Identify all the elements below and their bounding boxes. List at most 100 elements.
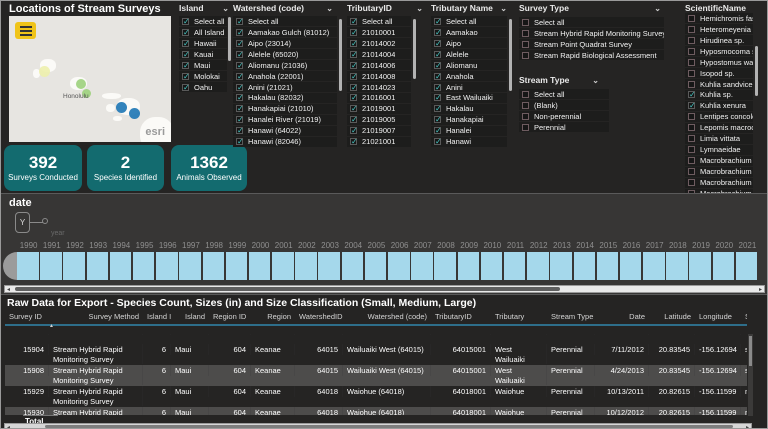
- scroll-left-icon[interactable]: ◂: [7, 286, 10, 293]
- timeline-year-block[interactable]: [411, 252, 433, 280]
- timeline-year-block[interactable]: [388, 252, 410, 280]
- timeline-year-block[interactable]: [17, 252, 39, 280]
- timeline-year-block[interactable]: [249, 252, 271, 280]
- slicer-item[interactable]: Hanalei River (21019): [233, 115, 337, 125]
- table-vertical-scrollbar[interactable]: [748, 334, 753, 416]
- slicer-item[interactable]: Hirudinea sp.: [685, 35, 753, 45]
- slicer-item[interactable]: 21019007: [347, 126, 411, 136]
- tributary-name-scrollbar[interactable]: [509, 19, 512, 91]
- timeline-year-block[interactable]: [736, 252, 758, 280]
- timeline-year-block[interactable]: [597, 252, 619, 280]
- slicer-item[interactable]: 21014008: [347, 71, 411, 81]
- chevron-down-icon[interactable]: ⌄: [326, 4, 333, 13]
- slicer-item[interactable]: 21014002: [347, 38, 411, 48]
- table-column-header[interactable]: Region: [251, 312, 295, 321]
- slicer-item[interactable]: Molokai: [179, 71, 227, 81]
- timeline-year-block[interactable]: [527, 252, 549, 280]
- timeline-year-block[interactable]: [481, 252, 503, 280]
- timeline-year-block[interactable]: [365, 252, 387, 280]
- scroll-right-icon[interactable]: ▸: [746, 424, 749, 429]
- timeline-year-block[interactable]: [179, 252, 201, 280]
- slicer-item[interactable]: Alelele: [431, 49, 507, 59]
- scroll-right-icon[interactable]: ▸: [759, 286, 762, 293]
- slicer-item[interactable]: Hawaii: [179, 38, 227, 48]
- slicer-item[interactable]: 21014006: [347, 60, 411, 70]
- table-column-header[interactable]: Stream Type: [547, 312, 595, 321]
- slicer-item[interactable]: Lentipes concolor: [685, 112, 753, 122]
- table-column-header[interactable]: Survey Method: [49, 312, 143, 321]
- table-column-header[interactable]: SE: [741, 312, 747, 321]
- watershed-scrollbar[interactable]: [339, 19, 342, 91]
- slicer-item[interactable]: Macrobrachium rose...: [685, 178, 753, 188]
- slicer-item[interactable]: Anahola: [431, 71, 507, 81]
- table-column-header[interactable]: WatershedID: [295, 312, 343, 321]
- timeline-year-block[interactable]: [342, 252, 364, 280]
- island-scrollbar[interactable]: [228, 17, 231, 61]
- slicer-item[interactable]: Lymnaeidae: [685, 145, 753, 155]
- timeline-year-block[interactable]: [295, 252, 317, 280]
- slicer-item[interactable]: Isopod sp.: [685, 68, 753, 78]
- slicer-item[interactable]: Macrobrachium gran: [685, 156, 753, 166]
- slicer-item[interactable]: Kuhlia sandvicensis: [685, 79, 753, 89]
- timeline-year-block[interactable]: [318, 252, 340, 280]
- slicer-item[interactable]: Select all: [431, 16, 507, 26]
- map-point-blue-2[interactable]: [129, 108, 140, 119]
- map[interactable]: Honolulu esri: [9, 16, 171, 142]
- slicer-item[interactable]: Hyposmocoma sp.: [685, 46, 753, 56]
- table-horizontal-scrollbar[interactable]: ◂ ▸: [4, 423, 752, 429]
- chevron-down-icon[interactable]: ⌄: [592, 76, 599, 85]
- timeline-year-block[interactable]: [666, 252, 688, 280]
- scientific-name-scrollbar[interactable]: [755, 46, 758, 96]
- timeline-year-block[interactable]: [203, 252, 225, 280]
- table-column-header[interactable]: Date: [595, 312, 649, 321]
- timeline-year-block[interactable]: [458, 252, 480, 280]
- slicer-item[interactable]: Hanakapiai: [431, 115, 507, 125]
- timeline-year-block[interactable]: [574, 252, 596, 280]
- sort-ascending-icon[interactable]: ▲: [49, 323, 54, 329]
- timeline-year-block[interactable]: [620, 252, 642, 280]
- chevron-down-icon[interactable]: ⌄: [654, 4, 661, 13]
- slicer-item[interactable]: Hanakapiai (21010): [233, 104, 337, 114]
- timeline-year-block[interactable]: [272, 252, 294, 280]
- map-point-yellow[interactable]: [39, 66, 50, 77]
- slicer-item[interactable]: Select all: [519, 17, 664, 27]
- slicer-item[interactable]: Oahu: [179, 82, 227, 92]
- slicer-item[interactable]: Hypostomus watwata: [685, 57, 753, 67]
- slicer-item[interactable]: Maui: [179, 60, 227, 70]
- timeline-year-block[interactable]: [689, 252, 711, 280]
- table-vscroll-thumb[interactable]: [749, 336, 752, 366]
- timeline-year-block[interactable]: [713, 252, 735, 280]
- slicer-item[interactable]: 21019005: [347, 115, 411, 125]
- slicer-item[interactable]: Hanawi (64022): [233, 126, 337, 136]
- slicer-item[interactable]: Aamakao Gulch (81012): [233, 27, 337, 37]
- slicer-item[interactable]: Select all: [519, 89, 609, 99]
- timeline-left-cap[interactable]: [3, 252, 18, 280]
- slicer-item[interactable]: 21019001: [347, 104, 411, 114]
- table-column-header[interactable]: Survey ID: [5, 312, 49, 321]
- esri-attribution[interactable]: esri: [145, 126, 165, 138]
- table-column-header[interactable]: Island: [171, 312, 209, 321]
- timeline-year-block[interactable]: [156, 252, 178, 280]
- timeline-year-block[interactable]: [434, 252, 456, 280]
- table-column-header[interactable]: Tributary: [491, 312, 547, 321]
- slicer-item[interactable]: Select all: [347, 16, 411, 26]
- slicer-item[interactable]: Non-perennial: [519, 111, 609, 121]
- slicer-item[interactable]: Hanawi: [431, 137, 507, 147]
- slicer-item[interactable]: Hakalau: [431, 104, 507, 114]
- slicer-item[interactable]: Select all: [233, 16, 337, 26]
- timeline-year-block[interactable]: [87, 252, 109, 280]
- slicer-item[interactable]: 21016001: [347, 93, 411, 103]
- chevron-down-icon[interactable]: ⌄: [222, 4, 229, 13]
- timeline-scroll-thumb[interactable]: [15, 287, 560, 291]
- timeline-year-block[interactable]: [226, 252, 248, 280]
- slicer-item[interactable]: Select all: [179, 16, 227, 26]
- slicer-item[interactable]: Macrobrachium lar: [685, 167, 753, 177]
- slicer-item[interactable]: Stream Point Quadrat Survey: [519, 39, 664, 49]
- timeline-scrollbar[interactable]: ◂ ▸: [4, 285, 765, 293]
- scroll-left-icon[interactable]: ◂: [7, 424, 10, 429]
- table-column-header[interactable]: Island ID: [143, 312, 171, 321]
- timeline-year-block[interactable]: [643, 252, 665, 280]
- timeline-year-block[interactable]: [63, 252, 85, 280]
- slicer-item[interactable]: Kauai: [179, 49, 227, 59]
- timeline-year-block[interactable]: [504, 252, 526, 280]
